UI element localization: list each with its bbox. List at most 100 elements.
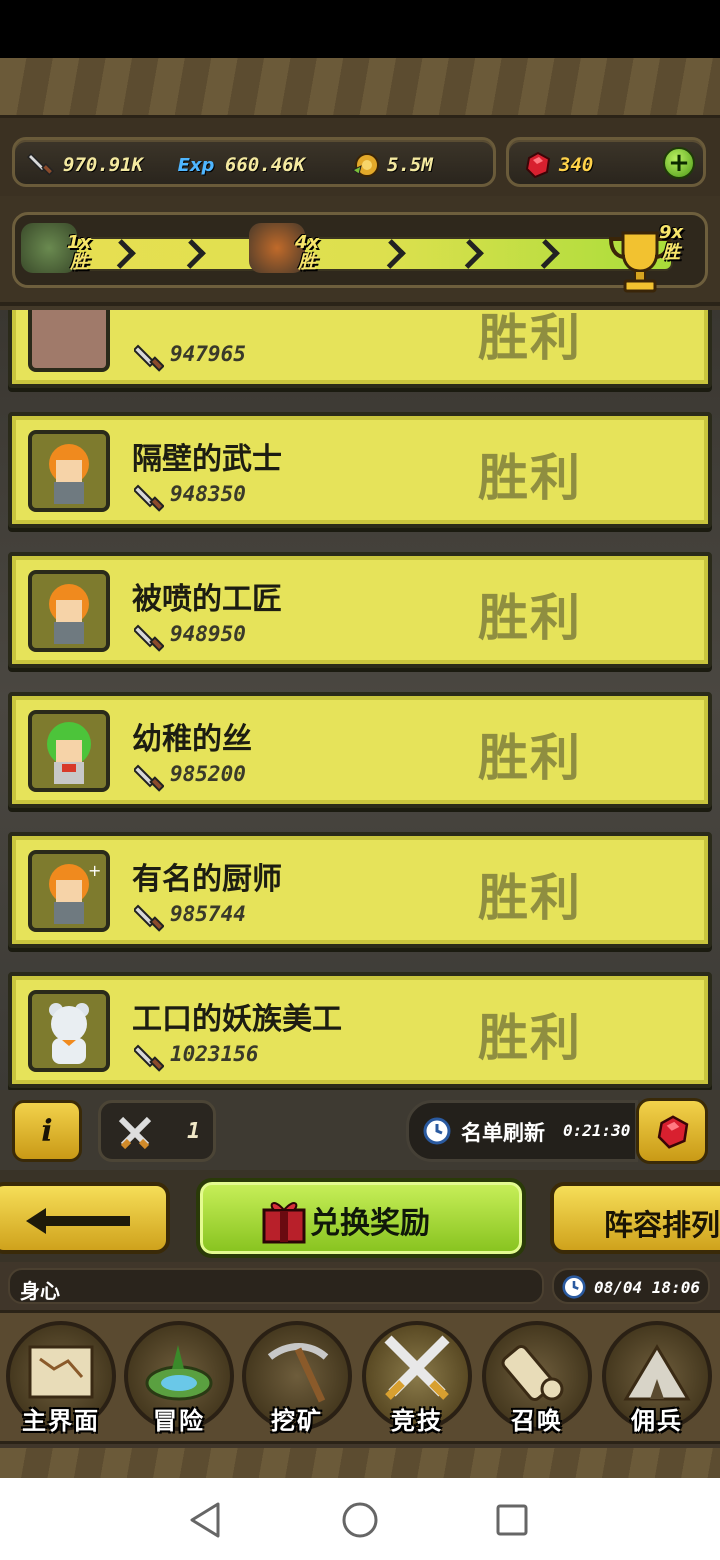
milestone-multiplier: 1x <box>67 232 92 253</box>
opponent-portrait: + <box>28 850 110 932</box>
nav-label: 竞技 <box>391 1407 443 1435</box>
summon-scroll-icon <box>501 1345 564 1401</box>
opponent-power: 947965 <box>170 342 246 366</box>
back-triangle-icon[interactable] <box>184 1498 228 1542</box>
refresh-time: 0:21:30 <box>563 1121 631 1140</box>
arrow-left-icon <box>26 1208 130 1234</box>
map-scroll-icon <box>28 1345 94 1399</box>
sword-icon <box>134 764 164 792</box>
bottom-navigation: 身心 08/04 18:06 主界面 冒险 挖矿 竞技 召唤 佣兵 <box>0 1262 720 1478</box>
result-label: 胜利 <box>478 729 582 787</box>
milestone-9x[interactable]: 9x 胜 <box>659 223 683 263</box>
result-label: 胜利 <box>478 1009 582 1067</box>
game-screen: 970.91K Exp 660.46K 5.5M 340 + 1x 胜 4x 胜… <box>0 58 720 1478</box>
exchange-rewards-button[interactable]: 兑换奖励 <box>196 1178 526 1258</box>
info-row: i 1 名单刷新 0:21:30 <box>0 1090 720 1170</box>
battle-count: 1 <box>187 1119 201 1144</box>
attack-value: 970.91K <box>63 154 144 176</box>
nav-label: 挖矿 <box>271 1407 323 1435</box>
gem-panel: 340 + <box>506 137 706 187</box>
action-bar: 兑换奖励 阵容排列 <box>0 1170 720 1262</box>
nav-label: 佣兵 <box>631 1407 683 1435</box>
back-button[interactable] <box>0 1182 170 1254</box>
add-gems-button[interactable]: + <box>663 147 695 179</box>
result-label: 胜利 <box>478 869 582 927</box>
tent-icon <box>623 1344 691 1401</box>
exp-value: 660.46K <box>225 154 306 176</box>
nav-adventure[interactable]: 冒险 <box>120 1319 238 1441</box>
lineup-label: 阵容排列 <box>604 1208 720 1242</box>
crossed-swords-icon <box>384 1335 450 1400</box>
svg-text:+: + <box>88 861 101 880</box>
nav-summon[interactable]: 召唤 <box>478 1319 596 1441</box>
clock-icon <box>423 1117 451 1145</box>
gold-resource: 5.5M <box>351 150 433 180</box>
pickaxe-icon <box>267 1343 329 1403</box>
home-circle-icon[interactable] <box>338 1498 382 1542</box>
opponent-card[interactable]: 工口的妖族美工 1023156 胜利 <box>8 972 712 1088</box>
opponent-card[interactable]: + 有名的厨师 985744 胜利 <box>8 832 712 948</box>
sword-icon <box>134 624 164 652</box>
opponent-power: 1023156 <box>170 1042 259 1066</box>
resource-panel: 970.91K Exp 660.46K 5.5M <box>12 137 496 187</box>
clock-display: 08/04 18:06 <box>552 1268 710 1304</box>
opponent-portrait <box>28 430 110 512</box>
ruby-icon <box>657 1115 689 1149</box>
progress-track <box>33 237 673 271</box>
progress-frame: 1x 胜 4x 胜 9x 胜 <box>12 212 708 293</box>
recents-square-icon[interactable] <box>490 1498 534 1542</box>
nav-arena[interactable]: 竞技 <box>358 1319 476 1441</box>
nav-mercenary[interactable]: 佣兵 <box>598 1319 716 1441</box>
opponent-list[interactable]: 947965 胜利 隔壁的武士 948350 胜利 被喷的工匠 948950 胜… <box>0 310 720 1090</box>
opponent-card[interactable]: 被喷的工匠 948950 胜利 <box>8 552 712 668</box>
clock-icon <box>562 1275 586 1299</box>
nav-label: 召唤 <box>511 1407 563 1435</box>
chevron-icon <box>376 239 406 269</box>
opponent-card[interactable]: 幼稚的丝 985200 胜利 <box>8 692 712 808</box>
milestone-label: 胜 <box>662 242 681 263</box>
opponent-card[interactable]: 隔壁的武士 948350 胜利 <box>8 412 712 528</box>
sword-icon <box>134 484 164 512</box>
gem-value: 340 <box>559 154 594 176</box>
chevron-icon <box>530 239 560 269</box>
nav-mining[interactable]: 挖矿 <box>238 1319 356 1441</box>
opponent-power: 948350 <box>170 482 246 506</box>
opponent-power: 985744 <box>170 902 246 926</box>
refresh-with-gem-button[interactable] <box>636 1098 708 1164</box>
gold-value: 5.5M <box>387 154 433 176</box>
sword-icon <box>134 1044 164 1072</box>
exp-icon: Exp <box>177 154 215 176</box>
win-streak-progress: 1x 胜 4x 胜 9x 胜 <box>0 196 720 306</box>
sword-icon <box>134 904 164 932</box>
milestone-4x[interactable]: 4x 胜 <box>249 223 319 273</box>
list-refresh-timer: 名单刷新 0:21:30 <box>406 1100 638 1162</box>
status-bar <box>0 0 720 58</box>
milestone-1x[interactable]: 1x 胜 <box>21 223 91 273</box>
milestone-label: 胜 <box>298 252 317 273</box>
opponent-power: 948950 <box>170 622 246 646</box>
chevron-icon <box>106 239 136 269</box>
chevron-icon <box>454 239 484 269</box>
attack-resource: 970.91K <box>27 150 143 180</box>
currency-bar: 970.91K Exp 660.46K 5.5M 340 + <box>0 118 720 198</box>
gem-resource: 340 <box>523 150 593 180</box>
lineup-button[interactable]: 阵容排列 <box>550 1182 720 1254</box>
milestone-label: 胜 <box>70 252 89 273</box>
top-map-decoration <box>0 58 720 118</box>
nav-main[interactable]: 主界面 <box>2 1319 120 1441</box>
opponent-name: 被喷的工匠 <box>132 582 282 617</box>
exchange-rewards-label: 兑换奖励 <box>310 1206 430 1241</box>
refresh-label: 名单刷新 <box>461 1121 545 1145</box>
opponent-portrait <box>28 310 110 372</box>
bottom-map-decoration <box>0 1448 720 1478</box>
opponent-power: 985200 <box>170 762 246 786</box>
opponent-name: 隔壁的武士 <box>132 442 282 477</box>
opponent-name: 工口的妖族美工 <box>132 1002 342 1037</box>
crossed-swords-icon <box>118 1116 152 1150</box>
ruby-icon <box>523 150 553 180</box>
result-label: 胜利 <box>478 589 582 647</box>
info-button[interactable]: i <box>12 1100 82 1162</box>
opponent-portrait <box>28 570 110 652</box>
result-label: 胜利 <box>478 310 582 367</box>
opponent-card[interactable]: 947965 胜利 <box>8 310 712 388</box>
